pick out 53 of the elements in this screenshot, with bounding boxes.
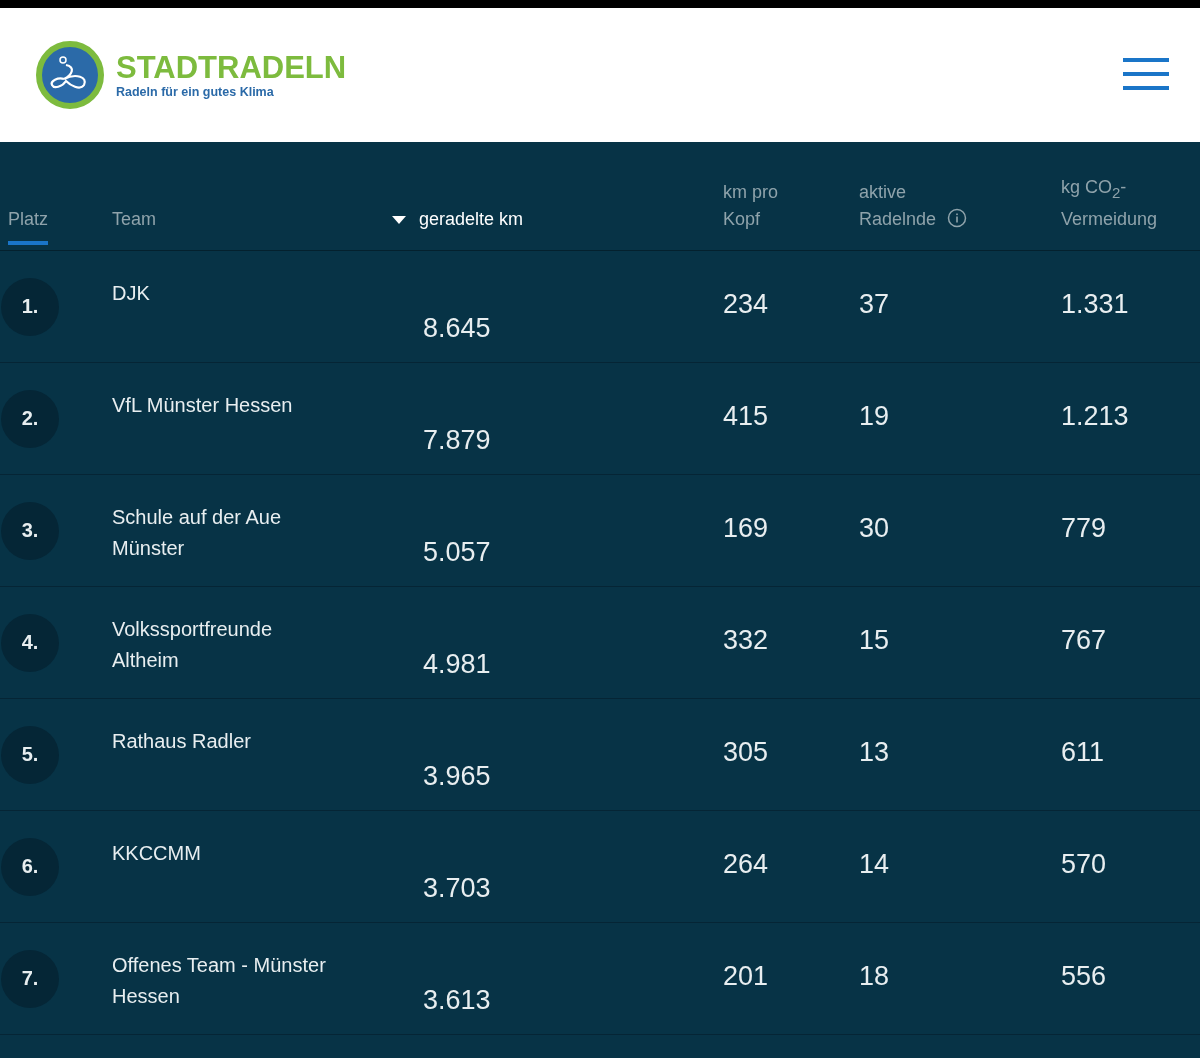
logo-title: STADTRADELN bbox=[116, 51, 347, 85]
rank-badge: 2. bbox=[1, 389, 59, 448]
active-cyclists-value: 13 bbox=[859, 737, 890, 769]
active-cyclists-value: 37 bbox=[859, 289, 890, 321]
km-value: 3.703 bbox=[423, 873, 491, 904]
co2-value: 611 bbox=[1061, 737, 1105, 769]
km-value: 3.965 bbox=[423, 761, 491, 792]
team-name: Offenes Team - Münster Hessen bbox=[112, 953, 327, 1009]
team-name: Volkssportfreunde Altheim bbox=[112, 617, 274, 673]
km-value: 5.057 bbox=[423, 537, 491, 568]
info-icon[interactable] bbox=[947, 208, 967, 228]
menu-icon[interactable] bbox=[1123, 58, 1169, 90]
km-per-head-value: 234 bbox=[723, 289, 769, 321]
active-cyclists-value: 14 bbox=[859, 849, 890, 881]
cyclist-logo-icon bbox=[36, 41, 104, 109]
km-per-head-value: 415 bbox=[723, 401, 769, 433]
rank-badge: 5. bbox=[1, 725, 59, 784]
km-per-head-value: 305 bbox=[723, 737, 769, 769]
km-value: 3.613 bbox=[423, 985, 491, 1016]
active-cyclists-header[interactable]: aktive Radelnde bbox=[859, 179, 943, 233]
km-header[interactable]: geradelte km bbox=[419, 206, 524, 233]
team-name: KKCCMM bbox=[112, 841, 202, 866]
co2-value: 767 bbox=[1061, 625, 1107, 657]
km-per-head-value: 264 bbox=[723, 849, 769, 881]
co2-value: 1.331 bbox=[1061, 289, 1129, 321]
km-value: 8.645 bbox=[423, 313, 491, 344]
km-per-head-value: 201 bbox=[723, 961, 769, 993]
co2-value: 779 bbox=[1061, 513, 1107, 545]
km-value: 7.879 bbox=[423, 425, 491, 456]
team-name: Rathaus Radler bbox=[112, 729, 252, 754]
rank-badge: 3. bbox=[1, 501, 59, 560]
active-cyclists-value: 18 bbox=[859, 961, 890, 993]
km-per-head-value: 332 bbox=[723, 625, 769, 657]
co2-value: 1.213 bbox=[1061, 401, 1129, 433]
active-cyclists-value: 30 bbox=[859, 513, 890, 545]
rank-badge: 7. bbox=[1, 949, 59, 1008]
rank-header[interactable]: Platz bbox=[8, 206, 49, 245]
team-header[interactable]: Team bbox=[112, 206, 156, 233]
rank-badge: 1. bbox=[1, 277, 59, 336]
co2-value: 570 bbox=[1061, 849, 1107, 881]
logo-tagline: Radeln für ein gutes Klima bbox=[116, 85, 275, 99]
co2-header[interactable]: kg CO$_{2}$-Vermeidung bbox=[1061, 174, 1181, 233]
team-name: Schule auf der Aue Münster bbox=[112, 505, 282, 561]
rank-badge: 4. bbox=[1, 613, 59, 672]
co2-value: 556 bbox=[1061, 961, 1107, 993]
active-cyclists-value: 19 bbox=[859, 401, 890, 433]
rank-badge: 6. bbox=[1, 837, 59, 896]
team-name: VfL Münster Hessen bbox=[112, 393, 294, 418]
team-name: DJK bbox=[112, 281, 151, 306]
active-cyclists-value: 15 bbox=[859, 625, 890, 657]
km-value: 4.981 bbox=[423, 649, 491, 680]
km-per-head-value: 169 bbox=[723, 513, 769, 545]
km-per-head-header[interactable]: km pro Kopf bbox=[723, 179, 793, 233]
